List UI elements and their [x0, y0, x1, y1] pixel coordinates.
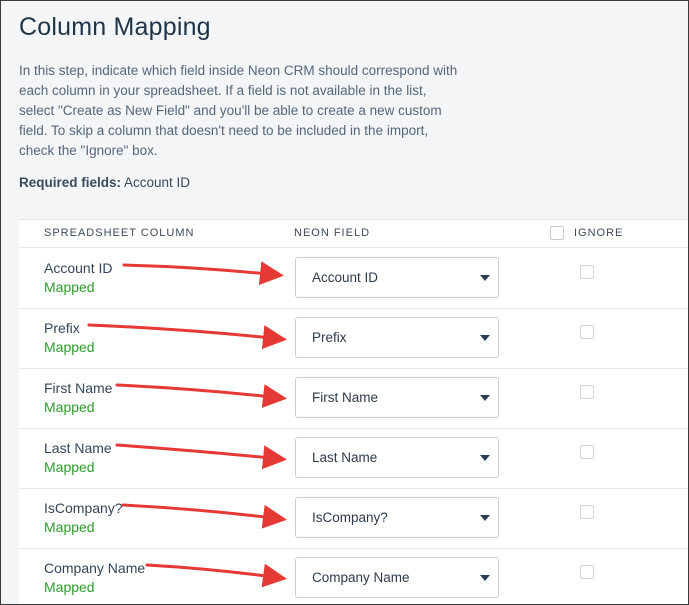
mapped-status: Mapped — [44, 279, 95, 295]
mapped-status: Mapped — [44, 579, 95, 595]
table-row: Prefix Mapped Prefix — [19, 308, 688, 369]
chevron-down-icon — [480, 455, 490, 461]
neon-field-value: Company Name — [312, 570, 410, 585]
ignore-checkbox[interactable] — [580, 445, 594, 459]
neon-field-value: IsCompany? — [312, 510, 388, 525]
table-row: Last Name Mapped Last Name — [19, 428, 688, 489]
neon-field-select[interactable]: IsCompany? — [295, 497, 499, 538]
spreadsheet-column-name: Prefix — [44, 320, 80, 336]
spreadsheet-column-name: IsCompany? — [44, 500, 123, 516]
ignore-checkbox[interactable] — [580, 505, 594, 519]
header-spreadsheet-column: SPREADSHEET COLUMN — [44, 227, 195, 239]
neon-field-value: Prefix — [312, 330, 347, 345]
required-fields-label: Required fields: — [19, 175, 122, 190]
table-row: Company Name Mapped Company Name — [19, 548, 688, 604]
ignore-all-checkbox[interactable] — [550, 226, 564, 240]
mapped-status: Mapped — [44, 459, 95, 475]
chevron-down-icon — [480, 515, 490, 521]
ignore-checkbox[interactable] — [580, 325, 594, 339]
required-fields: Required fields: Account ID — [19, 175, 190, 190]
ignore-checkbox[interactable] — [580, 385, 594, 399]
neon-field-select[interactable]: First Name — [295, 377, 499, 418]
spreadsheet-column-name: Company Name — [44, 560, 146, 576]
mapping-table: SPREADSHEET COLUMN NEON FIELD IGNORE Acc… — [19, 219, 688, 604]
page-title: Column Mapping — [19, 13, 211, 41]
header-neon-field: NEON FIELD — [294, 227, 371, 239]
header-ignore: IGNORE — [574, 227, 624, 239]
neon-field-value: Last Name — [312, 450, 378, 465]
neon-field-select[interactable]: Last Name — [295, 437, 499, 478]
neon-field-select[interactable]: Account ID — [295, 257, 499, 298]
mapped-status: Mapped — [44, 399, 95, 415]
instructions-text: In this step, indicate which field insid… — [19, 63, 458, 158]
neon-field-value: First Name — [312, 390, 379, 405]
table-row: Account ID Mapped Account ID — [19, 248, 688, 309]
required-fields-value: Account ID — [121, 175, 191, 190]
mapped-status: Mapped — [44, 519, 95, 535]
spreadsheet-column-name: Account ID — [44, 260, 113, 276]
spreadsheet-column-name: First Name — [44, 380, 113, 396]
chevron-down-icon — [480, 575, 490, 581]
neon-field-value: Account ID — [312, 270, 379, 285]
chevron-down-icon — [480, 335, 490, 341]
neon-field-select[interactable]: Prefix — [295, 317, 499, 358]
mapped-status: Mapped — [44, 339, 95, 355]
table-header: SPREADSHEET COLUMN NEON FIELD IGNORE — [19, 220, 688, 248]
chevron-down-icon — [480, 395, 490, 401]
table-row: IsCompany? Mapped IsCompany? — [19, 488, 688, 549]
table-row: First Name Mapped First Name — [19, 368, 688, 429]
chevron-down-icon — [480, 275, 490, 281]
column-mapping-panel: Column Mapping In this step, indicate wh… — [0, 0, 689, 605]
ignore-checkbox[interactable] — [580, 265, 594, 279]
spreadsheet-column-name: Last Name — [44, 440, 112, 456]
ignore-checkbox[interactable] — [580, 565, 594, 579]
neon-field-select[interactable]: Company Name — [295, 557, 499, 598]
